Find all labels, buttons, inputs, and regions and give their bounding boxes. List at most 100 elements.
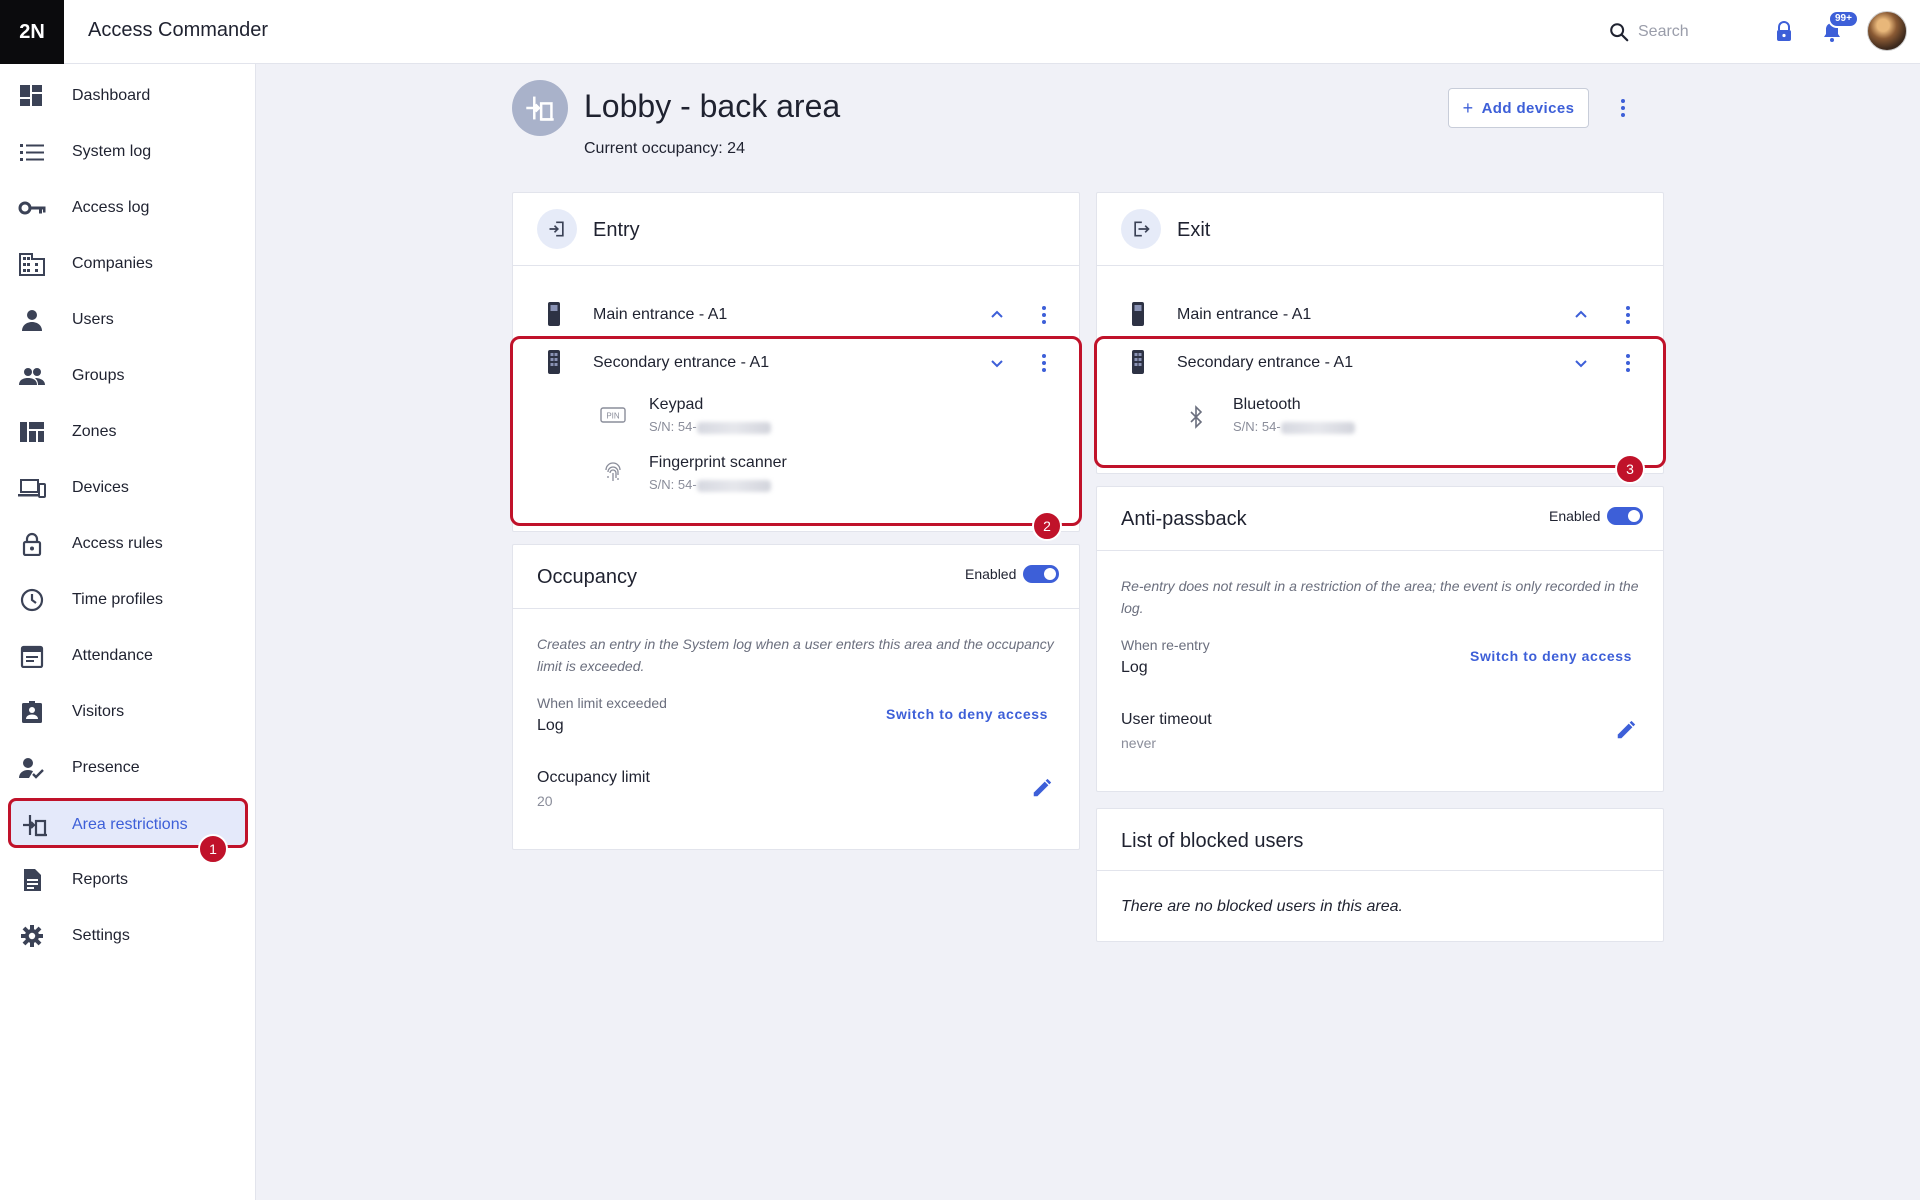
sidebar-item-zones[interactable]: Zones xyxy=(0,408,256,456)
sidebar-item-time-profiles[interactable]: Time profiles xyxy=(0,576,256,624)
sidebar-item-system-log[interactable]: System log xyxy=(0,128,256,176)
sidebar-item-label: System log xyxy=(72,143,152,160)
chevron-up-icon[interactable] xyxy=(1572,306,1590,324)
sidebar-item-label: Companies xyxy=(72,255,153,272)
sidebar-item-visitors[interactable]: Visitors xyxy=(0,688,256,736)
intercom-device-icon xyxy=(548,302,560,326)
occupancy-enabled-toggle[interactable] xyxy=(1023,565,1059,583)
step-marker-1: 1 xyxy=(198,834,228,864)
intercom-keypad-device-icon xyxy=(1132,350,1144,374)
sidebar-item-label: Groups xyxy=(72,367,125,384)
search-icon[interactable] xyxy=(1608,21,1630,43)
zones-icon xyxy=(20,422,44,442)
antipassback-enabled-label: Enabled xyxy=(1549,508,1601,524)
sidebar-item-attendance[interactable]: Attendance xyxy=(0,632,256,680)
occupancy-limit-label: Occupancy limit xyxy=(537,769,650,786)
sidebar-item-label: Area restrictions xyxy=(72,816,188,833)
antipassback-card: Anti-passback Enabled Re-entry does not … xyxy=(1096,486,1664,792)
entry-secondary-more-icon[interactable] xyxy=(1032,351,1056,375)
lock-icon xyxy=(22,532,42,556)
intercom-keypad-device-icon xyxy=(548,350,560,374)
occupancy-enabled-label: Enabled xyxy=(965,566,1017,582)
page-title: Lobby - back area xyxy=(584,88,841,124)
sidebar-item-label: Visitors xyxy=(72,703,125,720)
sidebar-item-label: Reports xyxy=(72,871,129,888)
sidebar-item-label: Devices xyxy=(72,479,129,496)
occupancy-description: Creates an entry in the System log when … xyxy=(537,636,1054,674)
sidebar-item-devices[interactable]: Devices xyxy=(0,464,256,512)
search-input[interactable] xyxy=(1638,18,1758,46)
sidebar-item-users[interactable]: Users xyxy=(0,296,256,344)
exit-device-secondary-entrance[interactable]: Secondary entrance - A1 xyxy=(1177,354,1353,372)
antipassback-enabled-toggle[interactable] xyxy=(1607,507,1643,525)
visitor-badge-icon xyxy=(22,701,42,723)
user-timeout-value: never xyxy=(1121,735,1157,751)
antipassback-description: Re-entry does not result in a restrictio… xyxy=(1121,578,1639,616)
add-devices-button[interactable]: + Add devices xyxy=(1448,88,1589,128)
edit-pencil-icon[interactable] xyxy=(1615,719,1637,741)
chevron-down-icon[interactable] xyxy=(1572,354,1590,372)
user-avatar[interactable] xyxy=(1867,11,1907,51)
entry-device-secondary-entrance[interactable]: Secondary entrance - A1 xyxy=(593,354,769,372)
when-reentry-label: When re-entry xyxy=(1121,637,1210,653)
area-restriction-icon xyxy=(526,96,554,121)
top-bar: 2N Access Commander 99+ xyxy=(0,0,1920,64)
devices-icon xyxy=(18,479,46,498)
dashboard-icon xyxy=(20,85,42,106)
when-reentry-value: Log xyxy=(1121,659,1148,676)
user-timeout-label: User timeout xyxy=(1121,711,1212,728)
module-bluetooth-name: Bluetooth xyxy=(1233,396,1301,413)
list-icon xyxy=(20,144,44,161)
entry-title: Entry xyxy=(593,219,640,241)
sidebar-item-label: Time profiles xyxy=(72,591,163,608)
occupancy-limit-value: 20 xyxy=(537,793,553,809)
step-marker-3: 3 xyxy=(1615,454,1645,484)
exit-icon xyxy=(1121,209,1161,249)
sidebar-item-label: Access rules xyxy=(72,535,163,552)
sidebar-item-access-log[interactable]: Access log xyxy=(0,184,256,232)
lock-icon[interactable] xyxy=(1772,20,1796,44)
sidebar-item-label: Settings xyxy=(72,927,130,944)
exit-title: Exit xyxy=(1177,219,1211,241)
sidebar-item-settings[interactable]: Settings xyxy=(0,912,256,960)
chevron-up-icon[interactable] xyxy=(988,306,1006,324)
plus-icon: + xyxy=(1462,97,1474,118)
exit-secondary-more-icon[interactable] xyxy=(1616,351,1640,375)
app-title: Access Commander xyxy=(88,19,269,41)
sidebar-item-access-rules[interactable]: Access rules xyxy=(0,520,256,568)
blocked-users-empty-text: There are no blocked users in this area. xyxy=(1121,898,1403,915)
entry-main-more-icon[interactable] xyxy=(1032,303,1056,327)
sidebar: Dashboard System log Access log Companie… xyxy=(0,64,256,1200)
module-fingerprint-name: Fingerprint scanner xyxy=(649,454,787,471)
occupancy-switch-deny-button[interactable]: Switch to deny access xyxy=(886,706,1048,722)
blocked-users-title: List of blocked users xyxy=(1121,830,1304,852)
module-bluetooth-serial: S/N: 54- xyxy=(1233,419,1355,434)
chevron-down-icon[interactable] xyxy=(988,354,1006,372)
person-check-icon xyxy=(19,758,44,779)
calendar-icon xyxy=(20,645,44,668)
blocked-users-card: List of blocked users There are no block… xyxy=(1096,808,1664,942)
module-keypad-serial: S/N: 54- xyxy=(649,419,771,434)
building-icon xyxy=(19,253,45,276)
sidebar-item-groups[interactable]: Groups xyxy=(0,352,256,400)
edit-pencil-icon[interactable] xyxy=(1031,777,1053,799)
gear-icon xyxy=(21,925,43,947)
antipassback-switch-deny-button[interactable]: Switch to deny access xyxy=(1470,648,1632,664)
sidebar-item-dashboard[interactable]: Dashboard xyxy=(0,72,256,120)
sidebar-item-presence[interactable]: Presence xyxy=(0,744,256,792)
entry-device-main-entrance[interactable]: Main entrance - A1 xyxy=(593,306,727,324)
occupancy-title: Occupancy xyxy=(537,566,638,588)
antipassback-title: Anti-passback xyxy=(1121,508,1247,530)
page-more-menu-icon[interactable] xyxy=(1611,96,1635,120)
module-keypad-name: Keypad xyxy=(649,396,704,413)
sidebar-item-label: Access log xyxy=(72,199,150,216)
sidebar-item-companies[interactable]: Companies xyxy=(0,240,256,288)
when-limit-label: When limit exceeded xyxy=(537,695,667,711)
clock-icon xyxy=(20,588,44,612)
sidebar-item-label: Zones xyxy=(72,423,117,440)
brand-logo[interactable]: 2N xyxy=(0,0,64,64)
exit-main-more-icon[interactable] xyxy=(1616,303,1640,327)
sidebar-item-label: Presence xyxy=(72,759,140,776)
module-fingerprint-serial: S/N: 54- xyxy=(649,477,771,492)
exit-device-main-entrance[interactable]: Main entrance - A1 xyxy=(1177,306,1311,324)
